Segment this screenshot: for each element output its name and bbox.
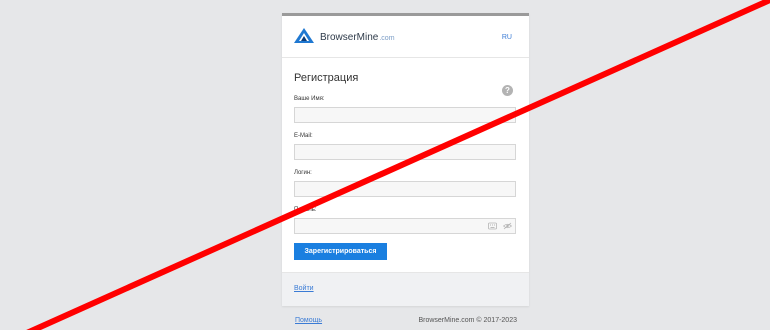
password-icons (488, 222, 512, 230)
eye-hidden-icon[interactable] (503, 222, 512, 230)
password-field-wrap (294, 218, 517, 234)
logo-icon (294, 28, 314, 43)
brand-logo-text: BrowserMine.com (320, 32, 395, 43)
brand-suffix: .com (379, 35, 395, 42)
register-button[interactable]: Зарегистрироваться (294, 243, 387, 260)
name-input[interactable] (294, 107, 516, 123)
email-field-wrap (294, 144, 517, 160)
registration-form: Регистрация ? Ваше Имя: E-Mail: Логин: П… (282, 72, 529, 260)
login-input[interactable] (294, 181, 516, 197)
card-footer: Войти (282, 272, 529, 306)
help-icon[interactable]: ? (502, 85, 513, 96)
name-field-wrap (294, 107, 517, 123)
login-field-wrap (294, 181, 517, 197)
login-link[interactable]: Войти (294, 285, 314, 292)
email-label: E-Mail: (294, 133, 313, 139)
language-switch[interactable]: RU (502, 34, 512, 41)
name-label: Ваше Имя: (294, 96, 325, 102)
password-label: Пароль: (294, 207, 317, 213)
registration-card: BrowserMine.com RU Регистрация ? Ваше Им… (282, 13, 529, 306)
card-header: BrowserMine.com RU (282, 16, 529, 58)
form-title: Регистрация (294, 72, 359, 84)
email-input[interactable] (294, 144, 516, 160)
copyright-text: BrowserMine.com © 2017-2023 (418, 317, 517, 324)
page-footer: Помощь BrowserMine.com © 2017-2023 (282, 317, 529, 327)
login-label: Логин: (294, 170, 312, 176)
password-input[interactable] (294, 218, 516, 234)
help-link[interactable]: Помощь (295, 317, 322, 324)
brand-name: BrowserMine (320, 32, 379, 43)
keyboard-icon[interactable] (488, 222, 497, 230)
